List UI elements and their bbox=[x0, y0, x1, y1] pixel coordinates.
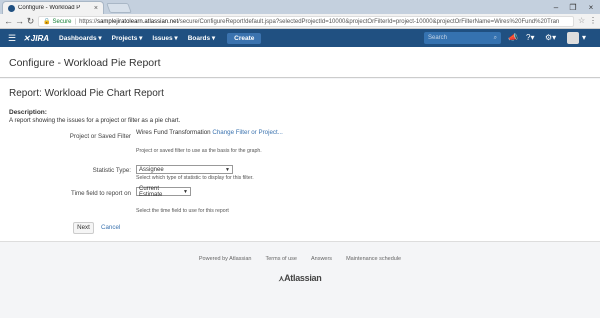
chevron-down-icon: ▼ bbox=[183, 188, 188, 195]
footer-link-answers[interactable]: Answers bbox=[311, 256, 332, 262]
chevron-down-icon: ▼ bbox=[225, 166, 230, 173]
help-icon[interactable]: ?▾ bbox=[526, 33, 534, 42]
browser-tab[interactable]: Configure - Workload P × bbox=[2, 1, 104, 14]
nav-issues[interactable]: Issues ▾ bbox=[152, 34, 177, 42]
description-label: Description: bbox=[9, 109, 47, 116]
reload-icon[interactable]: ↻ bbox=[25, 16, 36, 27]
footer-link-terms[interactable]: Terms of use bbox=[265, 256, 296, 262]
url-scheme: https:// bbox=[79, 18, 98, 25]
change-filter-link[interactable]: Change Filter or Project... bbox=[212, 129, 283, 136]
tab-close-icon[interactable]: × bbox=[94, 5, 98, 12]
report-config-panel: Report: Workload Pie Chart Report Descri… bbox=[0, 79, 600, 242]
browser-tab-strip: Configure - Workload P × – ❐ × bbox=[0, 0, 600, 14]
nav-boards[interactable]: Boards ▾ bbox=[188, 34, 215, 42]
atlassian-logo[interactable]: ⋏Atlassian bbox=[0, 273, 600, 283]
feedback-megaphone-icon[interactable]: 📣 bbox=[508, 33, 518, 42]
page-header: Configure - Workload Pie Report bbox=[0, 47, 600, 78]
cancel-link[interactable]: Cancel bbox=[101, 224, 120, 231]
report-title: Report: Workload Pie Chart Report bbox=[9, 88, 164, 99]
project-filter-hint: Project or saved filter to use as the ba… bbox=[136, 148, 262, 154]
jira-favicon-icon bbox=[8, 4, 15, 12]
bookmark-star-icon[interactable]: ☆ bbox=[578, 16, 585, 25]
jira-logo-text: JIRA bbox=[30, 33, 50, 43]
project-name: Wires Fund Transformation bbox=[136, 129, 211, 136]
page-title: Configure - Workload Pie Report bbox=[9, 57, 161, 69]
window-close-icon[interactable]: × bbox=[583, 0, 599, 14]
footer-link-powered-by[interactable]: Powered by Atlassian bbox=[199, 256, 252, 262]
next-button[interactable]: Next bbox=[73, 222, 94, 234]
atlassian-logo-text: Atlassian bbox=[284, 273, 322, 283]
time-field-label: Time field to report on bbox=[71, 190, 131, 197]
url-separator: | bbox=[74, 18, 77, 25]
browser-menu-icon[interactable]: ⋮ bbox=[589, 16, 597, 25]
create-button[interactable]: Create bbox=[227, 32, 262, 44]
tab-title: Configure - Workload P bbox=[18, 5, 81, 11]
avatar[interactable] bbox=[567, 32, 579, 44]
jira-logo-icon: ✕ bbox=[23, 33, 30, 43]
footer-links: Powered by Atlassian Terms of use Answer… bbox=[0, 256, 600, 262]
time-field-select[interactable]: Current Estimate ▼ bbox=[136, 185, 191, 198]
project-filter-value: Wires Fund Transformation Change Filter … bbox=[136, 129, 283, 136]
search-placeholder: Search bbox=[428, 35, 448, 41]
url-text: https://samplejiratolearn.atlassian.net/… bbox=[79, 19, 559, 25]
main-nav: Dashboards ▾ Projects ▾ Issues ▾ Boards … bbox=[59, 34, 225, 42]
maximize-icon[interactable]: ❐ bbox=[565, 0, 581, 14]
app-switcher-icon[interactable]: ☰ bbox=[8, 33, 16, 44]
search-input[interactable]: Search ⌕ bbox=[424, 32, 501, 44]
description-text: A report showing the issues for a projec… bbox=[9, 117, 181, 124]
footer-link-maintenance[interactable]: Maintenance schedule bbox=[346, 256, 401, 262]
project-filter-label: Project or Saved Filter bbox=[69, 133, 131, 140]
settings-gear-icon[interactable]: ⚙▾ bbox=[545, 33, 556, 42]
statistic-type-select[interactable]: Assignee ▼ bbox=[136, 165, 233, 174]
time-field-hint: Select the time field to use for this re… bbox=[136, 208, 229, 214]
nav-projects[interactable]: Projects ▾ bbox=[112, 34, 143, 42]
minimize-icon[interactable]: – bbox=[548, 0, 564, 14]
statistic-type-hint: Select which type of statistic to displa… bbox=[136, 175, 254, 181]
search-icon: ⌕ bbox=[493, 34, 497, 41]
lock-icon: 🔒 bbox=[43, 19, 51, 25]
secure-label: Secure bbox=[52, 18, 72, 25]
back-icon[interactable]: ← bbox=[3, 16, 14, 27]
statistic-type-label: Statistic Type: bbox=[92, 167, 131, 174]
url-host: samplejiratolearn.atlassian.net bbox=[97, 18, 179, 25]
jira-logo[interactable]: ✕ JIRA bbox=[23, 34, 49, 43]
url-path: /secure/ConfigureReport!default.jspa?sel… bbox=[178, 18, 560, 25]
address-bar: ← → ↻ 🔒 Secure | https://samplejiratolea… bbox=[0, 14, 600, 29]
statistic-type-value: Assignee bbox=[139, 166, 164, 173]
forward-icon[interactable]: → bbox=[14, 16, 25, 27]
nav-dashboards[interactable]: Dashboards ▾ bbox=[59, 34, 102, 42]
jira-header: ☰ ✕ JIRA Dashboards ▾ Projects ▾ Issues … bbox=[0, 29, 600, 47]
url-input[interactable]: 🔒 Secure | https://samplejiratolearn.atl… bbox=[38, 16, 574, 27]
avatar-caret-icon[interactable]: ▾ bbox=[582, 33, 586, 42]
new-tab-button[interactable] bbox=[106, 3, 132, 13]
time-field-value: Current Estimate bbox=[139, 185, 163, 198]
